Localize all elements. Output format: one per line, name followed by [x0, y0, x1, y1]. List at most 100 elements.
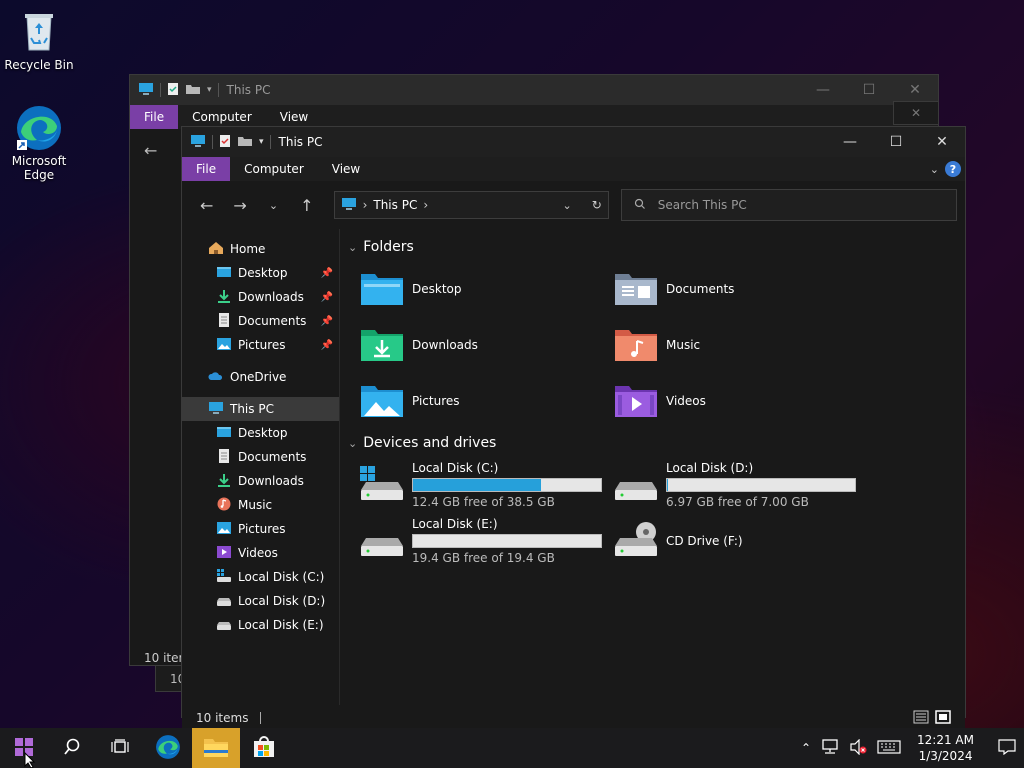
back-arrow-icon[interactable]: ← [144, 141, 157, 160]
forward-button[interactable]: → [223, 190, 256, 220]
chevron-down-icon[interactable]: ▾ [259, 137, 264, 147]
chevron-down-icon[interactable]: ▾ [207, 85, 212, 95]
nav-item-documents-quick[interactable]: Documents 📌 [182, 309, 339, 333]
minimize-button[interactable]: — [827, 127, 873, 157]
pin-icon[interactable]: 📌 [321, 292, 333, 303]
nav-item-desktop-quick[interactable]: Desktop 📌 [182, 261, 339, 285]
refresh-icon[interactable]: ↻ [592, 198, 602, 212]
desktop-icon-edge[interactable]: Microsoft Edge [1, 104, 77, 182]
nav-item-desktop[interactable]: Desktop [182, 421, 339, 445]
pin-icon[interactable]: 📌 [321, 268, 333, 279]
windows-drive-icon [216, 568, 232, 586]
folder-pictures[interactable]: Pictures [348, 373, 602, 429]
task-view-button[interactable] [96, 728, 144, 768]
drive-usage-bar [412, 534, 602, 548]
nav-item-home[interactable]: Home [182, 237, 339, 261]
pin-icon[interactable]: 📌 [321, 340, 333, 351]
nav-item-videos[interactable]: Videos [182, 541, 339, 565]
status-item-count: 10 items [196, 711, 249, 725]
folder-desktop[interactable]: Desktop [348, 261, 602, 317]
tab-file[interactable]: File [182, 157, 231, 181]
search-button[interactable] [48, 728, 96, 768]
nav-item-local-disk-d[interactable]: Local Disk (D:) [182, 589, 339, 613]
download-icon [216, 289, 232, 306]
drive-c[interactable]: Local Disk (C:) 12.4 GB free of 38.5 GB [348, 457, 602, 513]
breadcrumb-this-pc[interactable]: This PC [373, 198, 417, 212]
chevron-down-icon[interactable]: ⌄ [348, 241, 357, 254]
address-bar[interactable]: › This PC › ⌄ ↻ [333, 191, 609, 219]
new-folder-icon[interactable] [185, 83, 201, 98]
nav-item-music[interactable]: Music [182, 493, 339, 517]
properties-icon[interactable] [219, 134, 231, 151]
minimize-button[interactable]: — [800, 75, 846, 105]
taskbar-file-explorer-button[interactable] [192, 728, 240, 768]
recent-locations-button[interactable]: ⌄ [257, 190, 290, 220]
keyboard-icon[interactable] [877, 739, 901, 757]
back-button[interactable]: ← [190, 190, 223, 220]
drive-d[interactable]: Local Disk (D:) 6.97 GB free of 7.00 GB [602, 457, 856, 513]
large-icons-view-icon[interactable] [935, 709, 951, 727]
new-folder-icon[interactable] [237, 135, 253, 150]
drive-icon [360, 522, 404, 561]
quick-access-toolbar: ▾ [130, 82, 219, 99]
content-pane: ⌄ Folders Desktop Documents Downloads Mu… [340, 229, 965, 705]
nav-item-this-pc[interactable]: This PC [182, 397, 339, 421]
home-icon [208, 241, 224, 258]
separator [160, 83, 161, 97]
separator [212, 135, 213, 149]
separator [217, 83, 219, 97]
nav-item-pictures-quick[interactable]: Pictures 📌 [182, 333, 339, 357]
properties-icon[interactable] [167, 82, 179, 99]
pin-icon[interactable]: 📌 [321, 316, 333, 327]
breadcrumb-separator-icon[interactable]: › [363, 198, 368, 212]
section-devices[interactable]: ⌄ Devices and drives [348, 429, 957, 457]
computer-icon [341, 197, 357, 214]
drive-cd-f[interactable]: CD Drive (F:) [602, 513, 856, 569]
explorer-window[interactable]: ▾ This PC — ☐ ✕ File Computer View ⌄ ? ←… [181, 126, 966, 731]
close-icon[interactable]: ✕ [893, 101, 939, 125]
desktop-icon-label: Recycle Bin [4, 58, 74, 72]
close-button[interactable]: ✕ [919, 127, 965, 157]
volume-muted-icon[interactable] [849, 738, 867, 758]
tab-computer[interactable]: Computer [230, 157, 318, 181]
desktop-icon-recycle-bin[interactable]: Recycle Bin [1, 8, 77, 72]
clock[interactable]: 12:21 AM 1/3/2024 [917, 732, 974, 764]
up-button[interactable]: ↑ [290, 190, 323, 220]
taskbar-edge-button[interactable] [144, 728, 192, 768]
nav-item-downloads[interactable]: Downloads [182, 469, 339, 493]
tab-file[interactable]: File [130, 105, 179, 129]
breadcrumb-separator-icon[interactable]: › [423, 198, 428, 212]
folder-music[interactable]: Music [602, 317, 856, 373]
music-icon [216, 497, 232, 514]
notification-icon[interactable] [998, 738, 1016, 758]
folder-documents[interactable]: Documents [602, 261, 856, 317]
folder-downloads[interactable]: Downloads [348, 317, 602, 373]
drive-e[interactable]: Local Disk (E:) 19.4 GB free of 19.4 GB [348, 513, 602, 569]
maximize-button[interactable]: ☐ [846, 75, 892, 105]
tab-view[interactable]: View [318, 157, 374, 181]
section-folders[interactable]: ⌄ Folders [348, 233, 957, 261]
network-icon[interactable] [821, 738, 839, 758]
taskbar: ⌃ 12:21 AM 1/3/2024 [0, 728, 1024, 768]
nav-item-onedrive[interactable]: OneDrive [182, 365, 339, 389]
nav-item-local-disk-e[interactable]: Local Disk (E:) [182, 613, 339, 637]
expand-ribbon-icon[interactable]: ⌄ [930, 163, 939, 176]
maximize-button[interactable]: ☐ [873, 127, 919, 157]
taskbar-store-button[interactable] [240, 728, 288, 768]
videos-icon [216, 545, 232, 562]
show-hidden-icons-chevron-up-icon[interactable]: ⌃ [801, 741, 811, 755]
details-view-icon[interactable] [913, 710, 929, 727]
clock-time: 12:21 AM [917, 733, 974, 747]
desktop-icon [216, 265, 232, 282]
nav-item-downloads-quick[interactable]: Downloads 📌 [182, 285, 339, 309]
nav-item-pictures[interactable]: Pictures [182, 517, 339, 541]
search-box[interactable]: Search This PC [620, 189, 958, 221]
help-icon[interactable]: ? [945, 161, 961, 177]
computer-icon [208, 401, 224, 418]
desktop-icon-label: Microsoft Edge [11, 154, 67, 182]
address-dropdown-icon[interactable]: ⌄ [562, 199, 571, 212]
nav-item-documents[interactable]: Documents [182, 445, 339, 469]
nav-item-local-disk-c[interactable]: Local Disk (C:) [182, 565, 339, 589]
chevron-down-icon[interactable]: ⌄ [348, 437, 357, 450]
folder-videos[interactable]: Videos [602, 373, 856, 429]
